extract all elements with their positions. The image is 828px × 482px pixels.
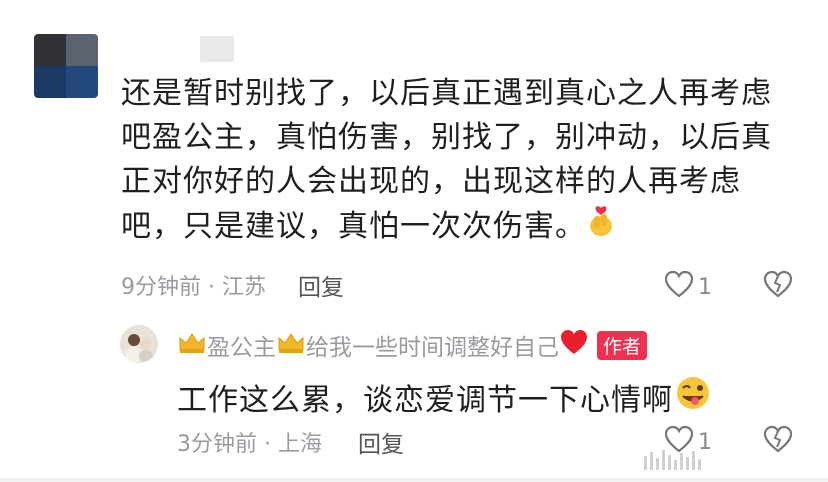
reply-header: 盈公主 给我一些时间调整好自己 作者: [177, 328, 648, 362]
reply-button[interactable]: 回复: [298, 268, 344, 302]
crown-icon: [177, 330, 207, 360]
broken-heart-icon: [762, 270, 794, 302]
comment-body: 还是暂时别找了，以后真正遇到真心之人再考虑吧盈公主，真怕伤害，别找了，别冲动，以…: [121, 76, 772, 244]
comment-text: 还是暂时别找了，以后真正遇到真心之人再考虑吧盈公主，真怕伤害，别找了，别冲动，以…: [121, 72, 801, 251]
watermark: [640, 446, 820, 474]
reply-status: 给我一些时间调整好自己: [306, 335, 559, 361]
bottom-divider: [0, 478, 828, 482]
author-badge: 作者: [597, 330, 648, 360]
reply-meta: 3分钟前 · 上海 回复: [177, 425, 404, 459]
heart-outline-icon: [664, 270, 694, 304]
avatar-mosaic: [34, 34, 98, 98]
finger-heart-emoji-icon: [586, 204, 616, 251]
comment-time-location: 9分钟前 · 江苏: [121, 275, 266, 300]
reply-text: 工作这么累，谈恋爱调节一下心情啊: [177, 375, 713, 419]
commenter-avatar[interactable]: [34, 34, 98, 98]
winking-tongue-emoji-icon: [673, 375, 713, 419]
reply-body: 工作这么累，谈恋爱调节一下心情啊: [177, 383, 673, 418]
commenter-name-redacted: [200, 36, 234, 62]
red-heart-icon: [559, 329, 589, 361]
reply-username[interactable]: 盈公主: [207, 328, 276, 362]
reply-avatar[interactable]: [120, 325, 158, 363]
like-count: 1: [698, 274, 712, 300]
dislike-button[interactable]: [762, 270, 794, 302]
like-button[interactable]: 1: [664, 270, 712, 304]
reply-reply-button[interactable]: 回复: [358, 425, 404, 459]
reply-time-location: 3分钟前 · 上海: [177, 432, 322, 457]
comment-meta: 9分钟前 · 江苏 回复: [121, 268, 344, 302]
crown-icon: [276, 330, 306, 360]
